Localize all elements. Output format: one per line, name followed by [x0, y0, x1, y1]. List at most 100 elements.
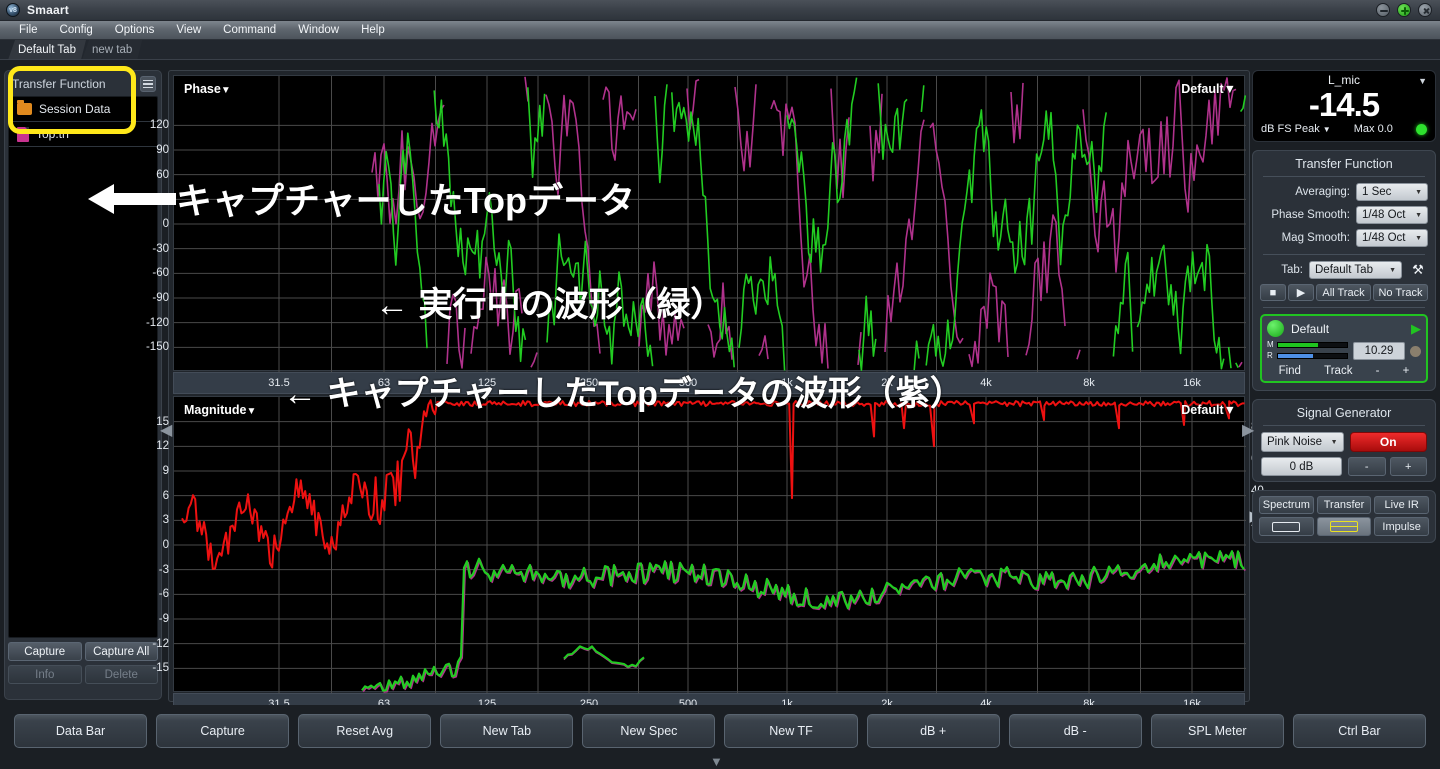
stop-icon[interactable]: ■ [1260, 284, 1286, 301]
mode-spectrum-button[interactable]: Spectrum [1259, 496, 1314, 514]
chevron-down-icon[interactable]: ▼ [1224, 82, 1236, 96]
y-tick-label: -30 [152, 242, 169, 255]
list-item-label: Session Data [39, 102, 111, 116]
menu-help[interactable]: Help [350, 21, 396, 40]
menu-window[interactable]: Window [287, 21, 350, 40]
signal-type-select[interactable]: Pink Noise [1261, 432, 1344, 452]
signal-level-minus-button[interactable]: - [1348, 457, 1386, 476]
mode-transfer-button[interactable]: Transfer [1316, 496, 1372, 514]
level-unit-label[interactable]: dB FS Peak ▼ [1261, 123, 1331, 135]
no-track-button[interactable]: No Track [1373, 284, 1428, 301]
menu-config[interactable]: Config [49, 21, 104, 40]
mode-live-ir-button[interactable]: Live IR [1374, 496, 1430, 514]
capture-button[interactable]: Capture [8, 642, 82, 661]
delay-plus-button[interactable]: + [1403, 365, 1410, 377]
averaging-select[interactable]: 1 Sec [1356, 183, 1428, 201]
phase-trace-selector[interactable]: Default▼ [1181, 82, 1236, 96]
y-tick-label: 0 [162, 218, 169, 230]
mode-panel: Spectrum Transfer Live IR Impulse [1252, 490, 1436, 543]
tab-new-tab[interactable]: new tab [82, 40, 142, 60]
db-plus-button[interactable]: dB + [866, 714, 1000, 748]
layout-dual-pane-icon[interactable] [1316, 517, 1372, 536]
tab-select[interactable]: Default Tab [1309, 261, 1402, 279]
list-item-session-data[interactable]: Session Data [9, 97, 157, 122]
tab-default-tab[interactable]: Default Tab [8, 40, 86, 60]
sidebar-header: Transfer Function [8, 74, 158, 94]
rail-collapse-handle[interactable]: ▶ [1242, 420, 1254, 440]
mag-smooth-row: Mag Smooth: 1/48 Oct [1253, 229, 1435, 252]
bottom-collapse-handle[interactable]: ▼ [710, 754, 723, 769]
transport-row: ■ ▶ All Track No Track [1253, 284, 1435, 307]
data-bar-button[interactable]: Data Bar [14, 714, 148, 748]
impulse-button[interactable]: Impulse [1374, 517, 1430, 536]
all-track-button[interactable]: All Track [1316, 284, 1371, 301]
menu-file[interactable]: File [8, 21, 49, 40]
find-button[interactable]: Find [1279, 365, 1301, 377]
menu-options[interactable]: Options [104, 21, 166, 40]
maximize-icon[interactable] [1397, 3, 1411, 17]
capture-button[interactable]: Capture [156, 714, 290, 748]
new-tab-button[interactable]: New Tab [440, 714, 574, 748]
db-minus-button[interactable]: dB - [1008, 714, 1142, 748]
capture-all-button[interactable]: Capture All [84, 642, 158, 661]
trace-name: Default [1291, 321, 1330, 336]
minimize-icon[interactable] [1376, 3, 1390, 17]
signal-level-value[interactable]: 0 dB [1261, 457, 1342, 476]
transfer-function-panel: Transfer Function Averaging: 1 Sec Phase… [1252, 150, 1436, 391]
track-button[interactable]: Track [1324, 365, 1352, 377]
ctrl-bar-button[interactable]: Ctrl Bar [1292, 714, 1426, 748]
y-tick-label: 90 [156, 144, 169, 156]
chevron-down-icon[interactable]: ▼ [1418, 76, 1427, 86]
delay-minus-button[interactable]: - [1376, 365, 1380, 377]
divider [1263, 254, 1425, 255]
info-button[interactable]: Info [8, 665, 82, 684]
y-tick-label: -12 [152, 637, 169, 650]
reset-avg-button[interactable]: Reset Avg [298, 714, 432, 748]
trace-color-dot[interactable] [1267, 320, 1284, 337]
phase-plot-title[interactable]: Phase▼ [184, 82, 231, 96]
trace-delay-value[interactable]: 10.29 [1353, 342, 1405, 360]
meter-r-label: R [1267, 351, 1273, 360]
signal-type-row: Pink Noise On [1253, 432, 1435, 457]
level-max-label: Max 0.0 [1353, 123, 1393, 135]
magnitude-plot-title[interactable]: Magnitude▼ [184, 403, 256, 417]
signal-generator-title: Signal Generator [1296, 406, 1392, 420]
menu-command[interactable]: Command [212, 21, 287, 40]
magnitude-trace-selector[interactable]: Default▼ [1181, 403, 1236, 417]
divider [1263, 425, 1425, 426]
phase-smooth-select[interactable]: 1/48 Oct [1356, 206, 1428, 224]
layout-single-pane-icon[interactable] [1259, 517, 1314, 536]
magnitude-plot[interactable]: Magnitude▼ Default▼ 15 12 9 6 3 0 -3 -6 -9 -12 -15… [152, 396, 1264, 693]
mag-smooth-select[interactable]: 1/48 Oct [1356, 229, 1428, 247]
close-icon[interactable] [1418, 3, 1432, 17]
list-item-top-trf[interactable]: Top.trf [9, 122, 157, 147]
trace-meters: M R [1267, 340, 1348, 362]
status-indicator-dot [1415, 123, 1427, 135]
x-tick-label: 4k [980, 377, 992, 389]
wrench-hammer-icon[interactable]: ⚒ [1408, 261, 1428, 279]
sidebar-info-row: Info Delete [8, 665, 158, 684]
new-spec-button[interactable]: New Spec [582, 714, 716, 748]
level-value: -14.5 [1308, 86, 1380, 123]
new-tf-button[interactable]: New TF [724, 714, 858, 748]
sidebar-collapse-handle[interactable]: ◀ [160, 420, 172, 440]
trace-header: Default ▶ [1267, 320, 1421, 337]
signal-level-plus-button[interactable]: + [1389, 457, 1427, 476]
delete-button[interactable]: Delete [84, 665, 158, 684]
hamburger-icon[interactable] [140, 76, 156, 92]
level-source-label[interactable]: L_mic [1259, 73, 1429, 87]
trace-play-icon[interactable]: ▶ [1411, 321, 1421, 337]
signal-on-button[interactable]: On [1349, 432, 1427, 452]
chevron-down-icon[interactable]: ▼ [221, 85, 231, 96]
chevron-down-icon[interactable]: ▼ [1224, 403, 1236, 417]
menu-view[interactable]: View [165, 21, 212, 40]
level-footer: dB FS Peak ▼ Max 0.0 [1259, 123, 1429, 135]
right-rail: L_mic ▼ -14.5 dB FS Peak ▼ Max 0.0 Trans… [1252, 70, 1436, 700]
averaging-row: Averaging: 1 Sec [1253, 183, 1435, 206]
trace-default[interactable]: Default ▶ M R 10.29 Find Track - + [1260, 314, 1428, 383]
y-tick-label: 0 [162, 539, 169, 551]
tab-strip: Default Tab new tab [0, 40, 1440, 60]
chevron-down-icon[interactable]: ▼ [247, 406, 257, 417]
spl-meter-button[interactable]: SPL Meter [1150, 714, 1284, 748]
play-icon[interactable]: ▶ [1288, 284, 1314, 301]
